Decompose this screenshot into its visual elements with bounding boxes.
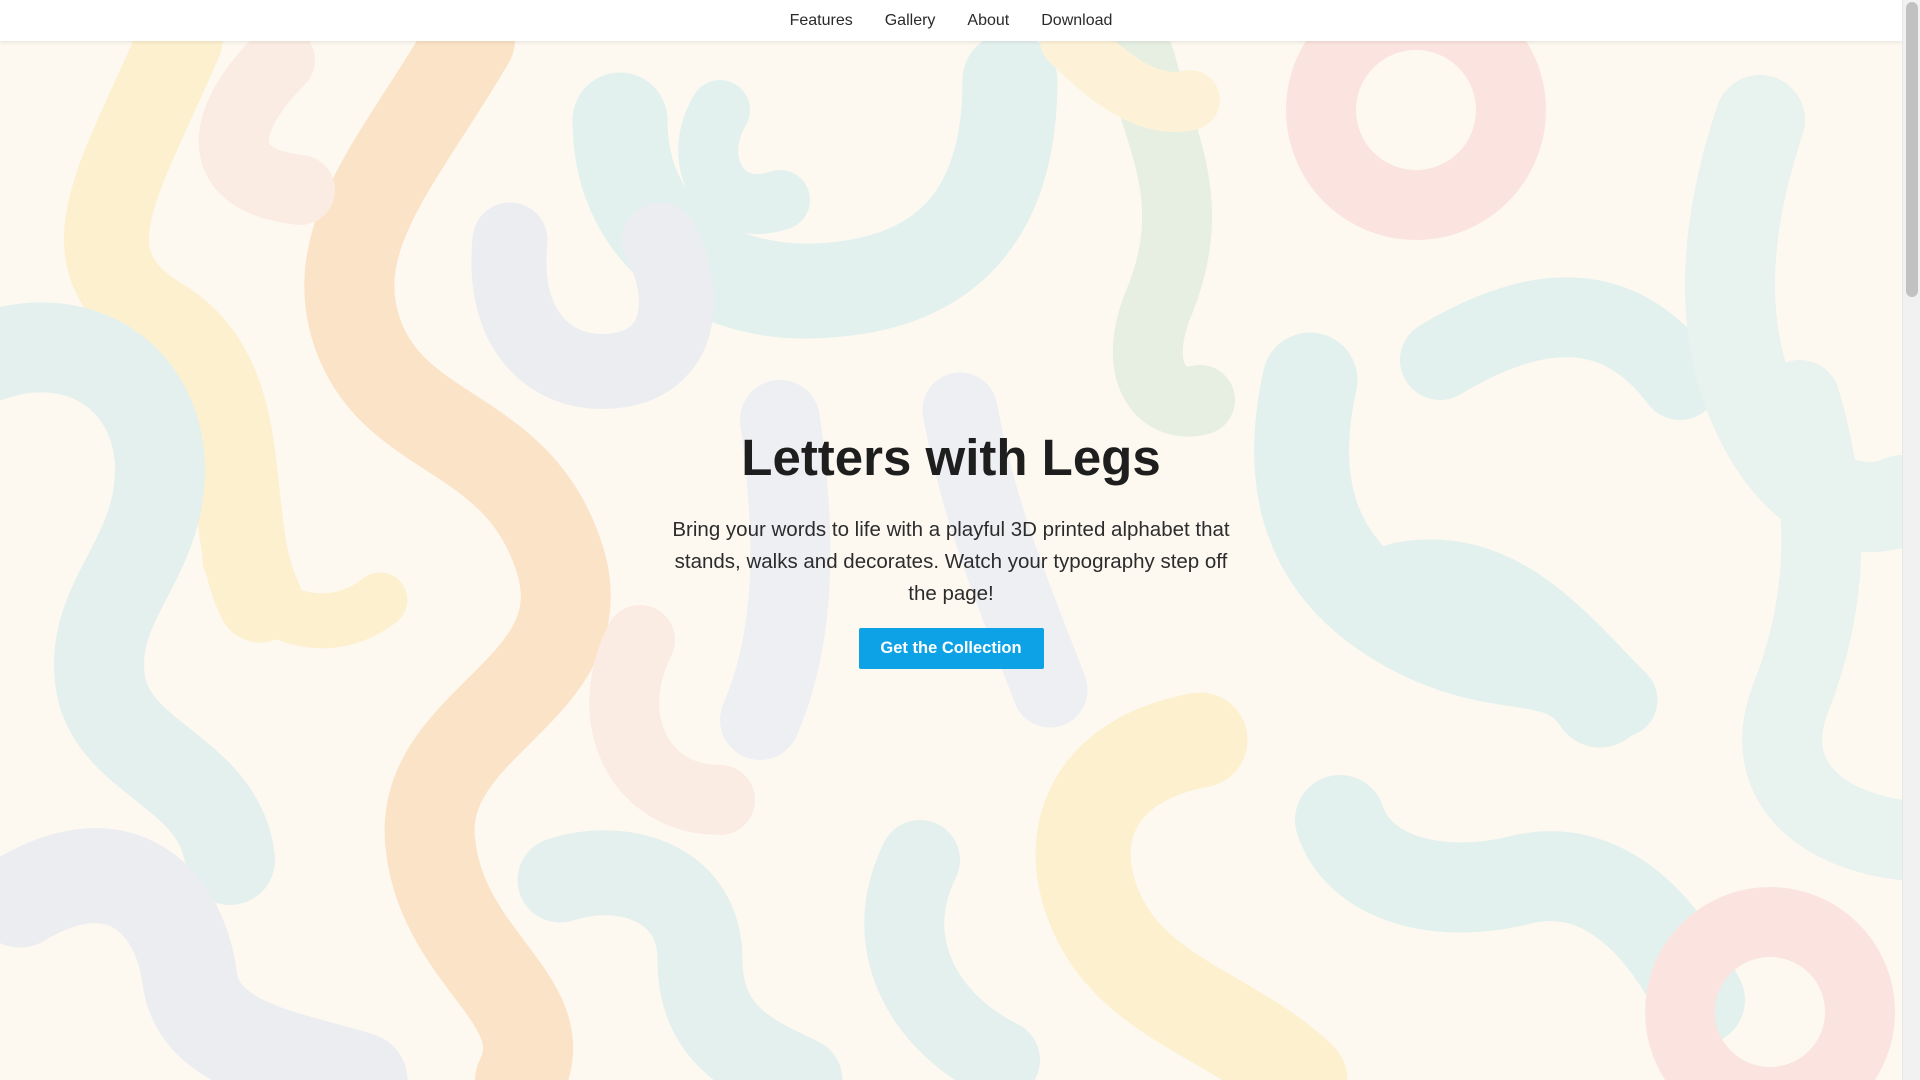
nav-link-about[interactable]: About (951, 0, 1025, 41)
nav-link-gallery[interactable]: Gallery (869, 0, 952, 41)
get-collection-button[interactable]: Get the Collection (858, 628, 1044, 669)
hero-section: Letters with Legs Bring your words to li… (0, 0, 1902, 1080)
top-navbar: Features Gallery About Download (0, 0, 1902, 41)
nav-links: Features Gallery About Download (774, 0, 1129, 41)
scrollbar-thumb[interactable] (1906, 2, 1918, 297)
hero-title: Letters with Legs (741, 429, 1161, 486)
hero-subtitle: Bring your words to life with a playful … (672, 518, 1230, 605)
nav-link-download[interactable]: Download (1025, 0, 1128, 41)
vertical-scrollbar[interactable] (1902, 0, 1920, 1080)
page-viewport: Features Gallery About Download Letters … (0, 0, 1902, 1080)
nav-link-features[interactable]: Features (774, 0, 869, 41)
